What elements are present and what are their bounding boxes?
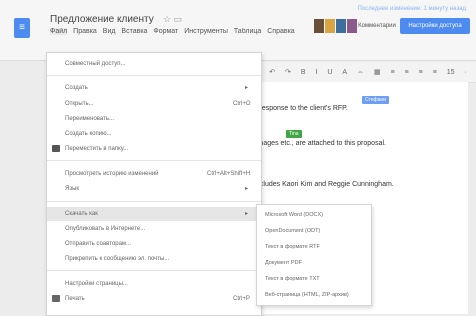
file-menu: Совместный доступ... Создать ▸ Открыть...… — [46, 52, 262, 316]
collaborator-cursor-tag: Стефани — [362, 96, 390, 104]
link-icon[interactable]: ⇔ — [353, 63, 368, 82]
italic-icon[interactable]: I — [311, 63, 321, 82]
avatar[interactable] — [325, 19, 335, 33]
download-odt[interactable]: OpenDocument (ODT) — [257, 224, 371, 238]
formatting-toolbar: Ꞥ ↶ ↷ B I U A ⇔ ▦ ≡ ≡ ≡ ≡ 15 · — [250, 62, 476, 83]
menu-item-download-as[interactable]: Скачать как ▸ — [47, 207, 261, 221]
download-pdf[interactable]: Документ PDF — [257, 256, 371, 270]
align-center-icon[interactable]: ≡ — [401, 63, 413, 82]
docs-logo-icon[interactable]: ≡ — [14, 18, 30, 38]
print-icon — [52, 295, 60, 302]
menu-item-share[interactable]: Совместный доступ... — [47, 57, 261, 71]
star-icon[interactable]: ☆ ▭ — [163, 14, 182, 25]
document-line: ncludes Kaori Kim and Reggie Cunningham. — [256, 181, 394, 188]
undo-icon[interactable]: ↶ — [265, 62, 279, 82]
chevron-right-icon: ▸ — [245, 211, 249, 217]
menu-separator — [47, 270, 261, 271]
underline-icon[interactable]: U — [323, 63, 336, 82]
menu-table[interactable]: Таблица — [234, 28, 261, 35]
document-title[interactable]: Предложение клиенту — [50, 14, 154, 25]
download-as-submenu: Microsoft Word (DOCX) OpenDocument (ODT)… — [256, 204, 372, 306]
menu-edit[interactable]: Правка — [73, 28, 97, 35]
menu-file[interactable]: Файл — [50, 28, 68, 35]
chevron-right-icon: ▸ — [245, 85, 249, 91]
share-button[interactable]: Настройки доступа — [400, 18, 470, 34]
menu-separator — [47, 201, 261, 202]
menu-bar: Файл Правка Вид Вставка Формат Инструмен… — [50, 28, 305, 35]
menu-item-email-attachment[interactable]: Прикрепить к сообщению эл. почты... — [47, 252, 261, 266]
menu-item-language[interactable]: Язык ▸ — [47, 182, 261, 196]
avatar[interactable] — [347, 19, 357, 33]
line-spacing[interactable]: 15 — [443, 63, 459, 82]
align-justify-icon[interactable]: ≡ — [429, 63, 441, 82]
document-line: l response to the client's RFP. — [256, 105, 348, 112]
menu-insert[interactable]: Вставка — [121, 28, 147, 35]
menu-item-new[interactable]: Создать ▸ — [47, 81, 261, 95]
avatar[interactable] — [336, 19, 346, 33]
menu-tools[interactable]: Инструменты — [184, 28, 228, 35]
download-docx[interactable]: Microsoft Word (DOCX) — [257, 208, 371, 222]
toolbar-more[interactable]: · — [461, 63, 471, 82]
menu-item-publish[interactable]: Опубликовать в Интернете... — [47, 222, 261, 236]
menu-item-make-copy[interactable]: Создать копию... — [47, 127, 261, 141]
redo-icon[interactable]: ↷ — [281, 62, 295, 82]
menu-item-open[interactable]: Открыть... Ctrl+O — [47, 97, 261, 111]
align-right-icon[interactable]: ≡ — [415, 63, 427, 82]
bold-icon[interactable]: B — [297, 63, 310, 82]
download-html[interactable]: Веб-страница (HTML, ZIP-архив) — [257, 288, 371, 302]
download-txt[interactable]: Текст в формате TXT — [257, 272, 371, 286]
chevron-right-icon: ▸ — [245, 186, 249, 192]
menu-item-page-setup[interactable]: Настройки страницы... — [47, 277, 261, 291]
download-rtf[interactable]: Текст в формате RTF — [257, 240, 371, 254]
menu-item-email-collaborators[interactable]: Отправить соавторам... — [47, 237, 261, 251]
menu-item-rename[interactable]: Переименовать... — [47, 112, 261, 126]
collaborator-cursor-tag: Tina — [286, 130, 302, 138]
menu-item-revision-history[interactable]: Просмотреть историю изменений Ctrl+Alt+Sh… — [47, 167, 261, 181]
last-edit-status[interactable]: Последнее изменение: 1 минуту назад — [357, 6, 466, 12]
menu-help[interactable]: Справка — [267, 28, 294, 35]
menu-view[interactable]: Вид — [103, 28, 116, 35]
align-left-icon[interactable]: ≡ — [387, 63, 399, 82]
text-color-icon[interactable]: A — [338, 63, 351, 82]
menu-format[interactable]: Формат — [153, 28, 178, 35]
menu-item-move-to-folder[interactable]: Переместить в папку... — [47, 142, 261, 156]
avatar[interactable] — [314, 19, 324, 33]
insert-image-icon[interactable]: ▦ — [370, 62, 385, 82]
menu-item-print[interactable]: Печать Ctrl+P — [47, 292, 261, 306]
comments-button[interactable]: Комментарии — [358, 20, 396, 32]
collaborator-avatars — [314, 19, 358, 33]
folder-icon — [52, 145, 60, 152]
menu-separator — [47, 160, 261, 161]
document-line: images etc., are attached to this propos… — [256, 140, 386, 147]
menu-separator — [47, 75, 261, 76]
